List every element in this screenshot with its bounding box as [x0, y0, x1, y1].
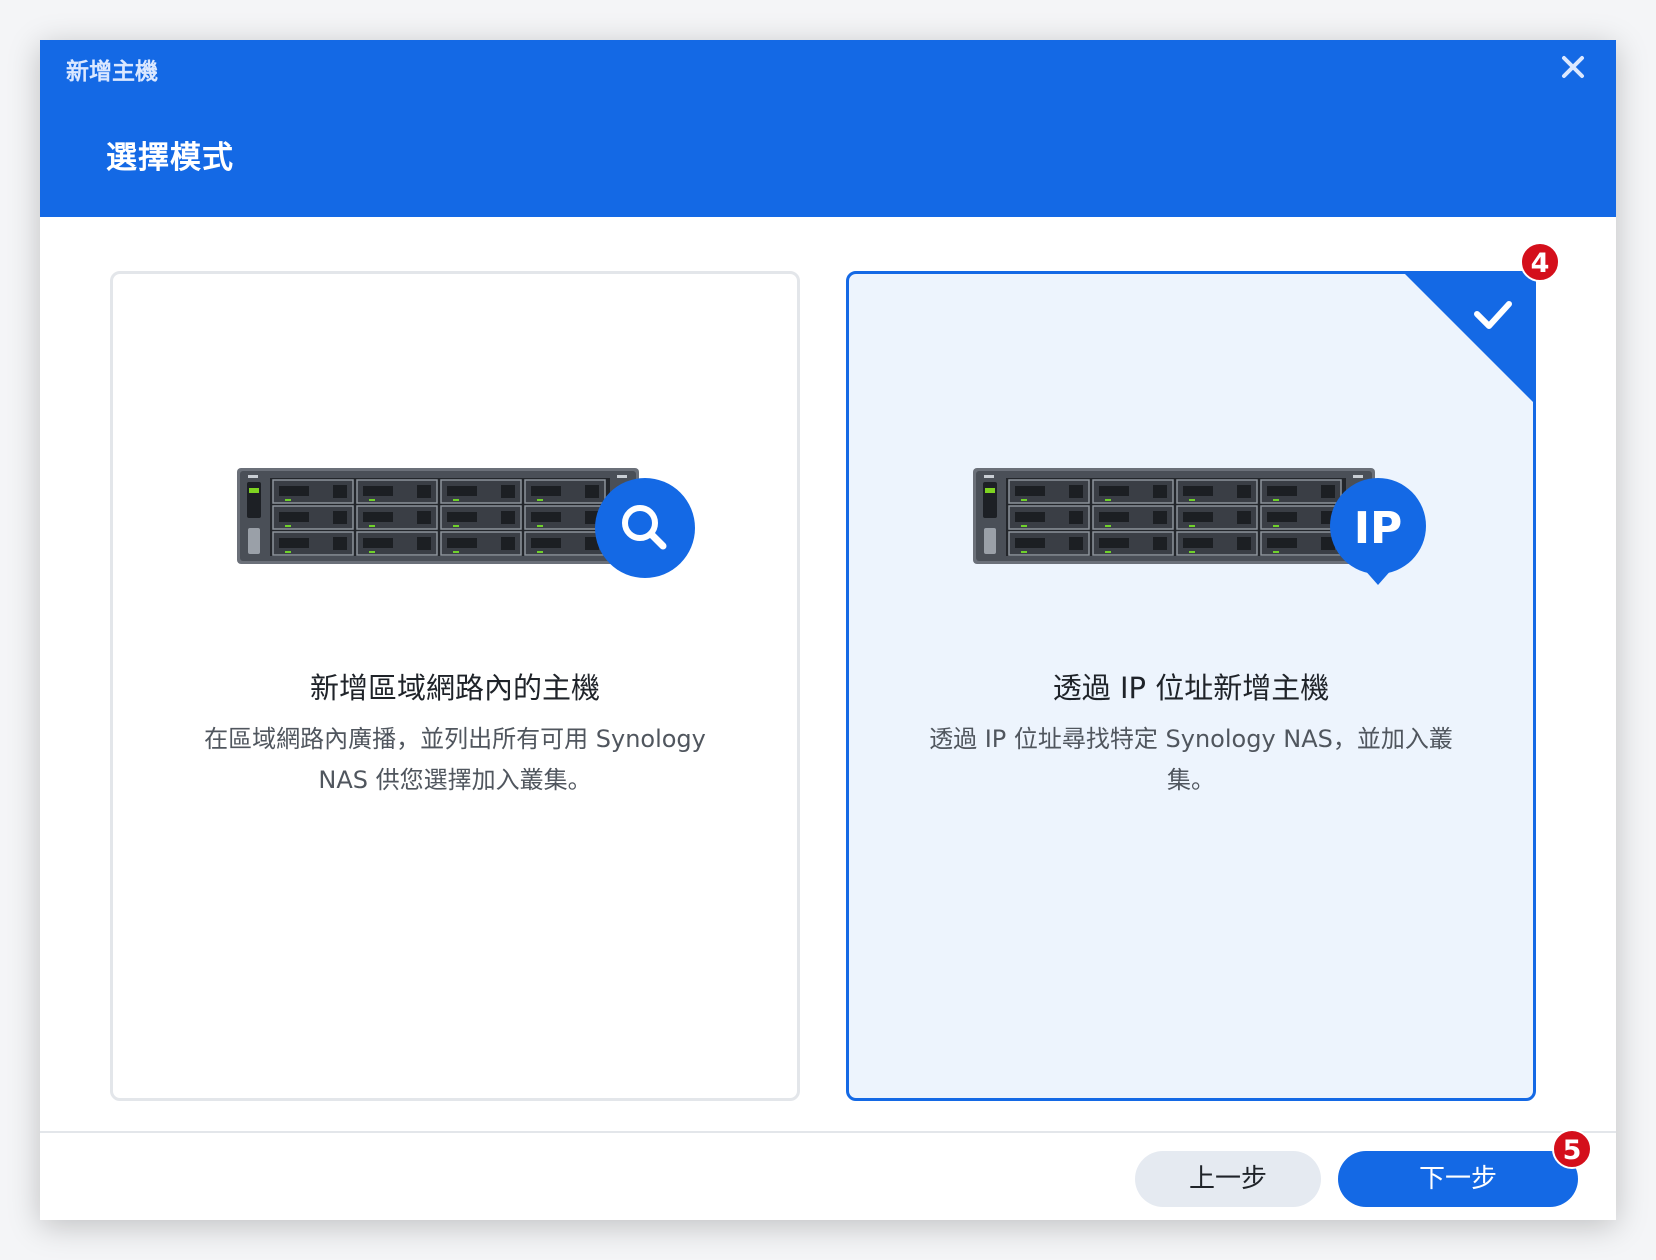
- option-description-line: 透過 IP 位址尋找特定 Synology NAS，並加入叢: [929, 725, 1453, 753]
- option-description: 在區域網路內廣播，並列出所有可用 Synology NAS 供您選擇加入叢集。: [173, 719, 737, 801]
- option-description: 透過 IP 位址尋找特定 Synology NAS，並加入叢 集。: [909, 719, 1473, 801]
- close-icon: [1562, 56, 1584, 78]
- nas-search-illustration: [237, 468, 695, 578]
- option-card-ip[interactable]: IP 透過 IP 位址新增主機 透過 IP 位址尋找特定 Synology NA…: [846, 271, 1536, 1101]
- back-button[interactable]: 上一步: [1135, 1151, 1321, 1207]
- option-card-lan[interactable]: 新增區域網路內的主機 在區域網路內廣播，並列出所有可用 Synology NAS…: [110, 271, 800, 1101]
- nas-ip-illustration: IP: [973, 468, 1426, 585]
- option-description-line: NAS 供您選擇加入叢集。: [318, 766, 592, 794]
- step-title: 選擇模式: [106, 140, 234, 176]
- window-title: 新增主機: [66, 59, 158, 85]
- option-title: 新增區域網路內的主機: [309, 671, 600, 705]
- annotation-badge-5: 5: [1552, 1129, 1592, 1169]
- option-description-line: 集。: [1167, 766, 1215, 794]
- close-button[interactable]: [1558, 52, 1588, 82]
- selected-check-corner: [1405, 274, 1533, 402]
- option-title: 透過 IP 位址新增主機: [1052, 671, 1330, 705]
- add-host-dialog: 新增主機 選擇模式 新增區域網路內的主機 在區域網路內廣播，並列出所有可用 Sy…: [40, 40, 1616, 1220]
- footer-divider: [40, 1131, 1616, 1133]
- ip-icon-label: IP: [1354, 503, 1403, 554]
- option-description-line: 在區域網路內廣播，並列出所有可用 Synology: [204, 725, 706, 753]
- next-button[interactable]: 下一步: [1338, 1151, 1578, 1207]
- ip-pin-icon: IP: [1330, 478, 1426, 585]
- annotation-badge-4: 4: [1520, 242, 1560, 282]
- dialog-header: 新增主機 選擇模式: [40, 40, 1616, 217]
